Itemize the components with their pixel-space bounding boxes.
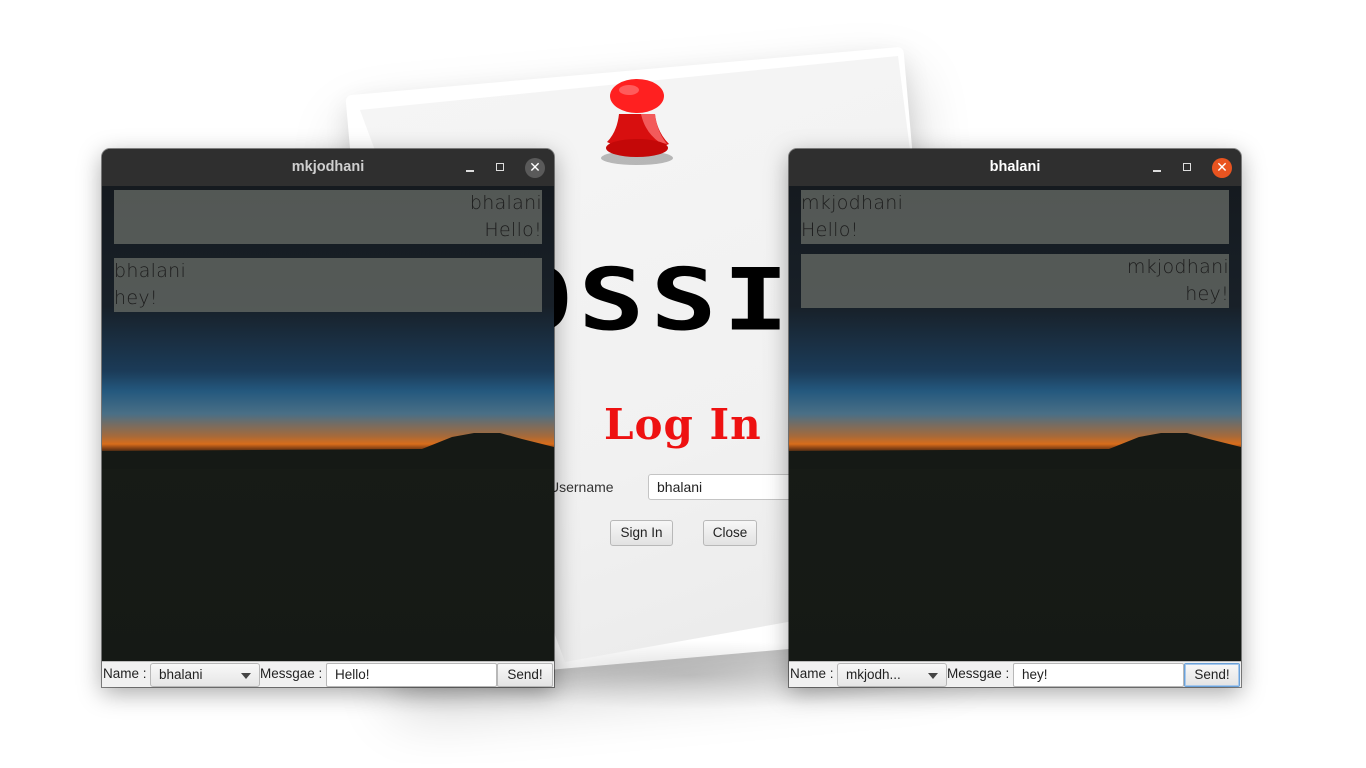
close-button[interactable]: Close (703, 520, 757, 546)
chat-window-bhalani: bhalani ✕ mkjodhani Hello! mkjodhani hey… (789, 149, 1241, 687)
chat-background-image: mkjodhani Hello! mkjodhani hey! (789, 186, 1241, 661)
name-label: Name : (103, 666, 147, 681)
chat-background-image: bhalani Hello! bhalani hey! (102, 186, 554, 661)
chevron-down-icon (928, 673, 938, 679)
message-input[interactable]: hey! (1013, 663, 1184, 687)
sign-in-button[interactable]: Sign In (610, 520, 673, 546)
minimize-icon[interactable] (1147, 158, 1167, 178)
mountain-silhouette (789, 433, 1241, 469)
recipient-select[interactable]: bhalani (150, 663, 260, 687)
mountain-silhouette (102, 433, 554, 469)
close-icon[interactable]: ✕ (525, 158, 545, 178)
message-text: Hello! (801, 219, 859, 241)
window-title: bhalani (989, 159, 1041, 175)
push-pin-icon (601, 79, 673, 165)
send-button[interactable]: Send! (1184, 663, 1240, 687)
recipient-select[interactable]: mkjodh... (837, 663, 947, 687)
message-bubble: mkjodhani Hello! (801, 190, 1229, 244)
message-text: hey! (114, 287, 158, 309)
message-sender: bhalani (114, 260, 187, 282)
recipient-value: bhalani (159, 667, 203, 682)
chat-window-mkjodhani: mkjodhani ✕ bhalani Hello! bhalani hey! … (102, 149, 554, 687)
chevron-down-icon (241, 673, 251, 679)
compose-bar: Name : bhalani Messgae : Hello! Send! (102, 661, 554, 687)
title-bar: mkjodhani ✕ (102, 149, 554, 186)
message-bubble: bhalani hey! (114, 258, 542, 312)
minimize-icon[interactable] (460, 158, 480, 178)
message-label: Messgae : (260, 666, 323, 681)
username-label: Username (549, 479, 614, 495)
username-input[interactable]: bhalani (648, 474, 798, 500)
close-icon[interactable]: ✕ (1212, 158, 1232, 178)
message-sender: mkjodhani (1126, 256, 1229, 278)
name-label: Name : (790, 666, 834, 681)
compose-bar: Name : mkjodh... Messgae : hey! Send! (789, 661, 1241, 687)
title-bar: bhalani ✕ (789, 149, 1241, 186)
send-button[interactable]: Send! (497, 663, 553, 687)
maximize-icon[interactable] (1178, 158, 1198, 178)
message-text: hey! (1185, 283, 1229, 305)
message-label: Messgae : (947, 666, 1010, 681)
app-logo-text: OSSI (548, 262, 793, 350)
message-bubble: mkjodhani hey! (801, 254, 1229, 308)
message-bubble: bhalani Hello! (114, 190, 542, 244)
login-title: Log In (604, 400, 762, 449)
message-sender: bhalani (469, 192, 542, 214)
message-input[interactable]: Hello! (326, 663, 497, 687)
message-text: Hello! (484, 219, 542, 241)
message-sender: mkjodhani (801, 192, 904, 214)
maximize-icon[interactable] (491, 158, 511, 178)
window-title: mkjodhani (291, 159, 365, 175)
recipient-value: mkjodh... (846, 667, 901, 682)
